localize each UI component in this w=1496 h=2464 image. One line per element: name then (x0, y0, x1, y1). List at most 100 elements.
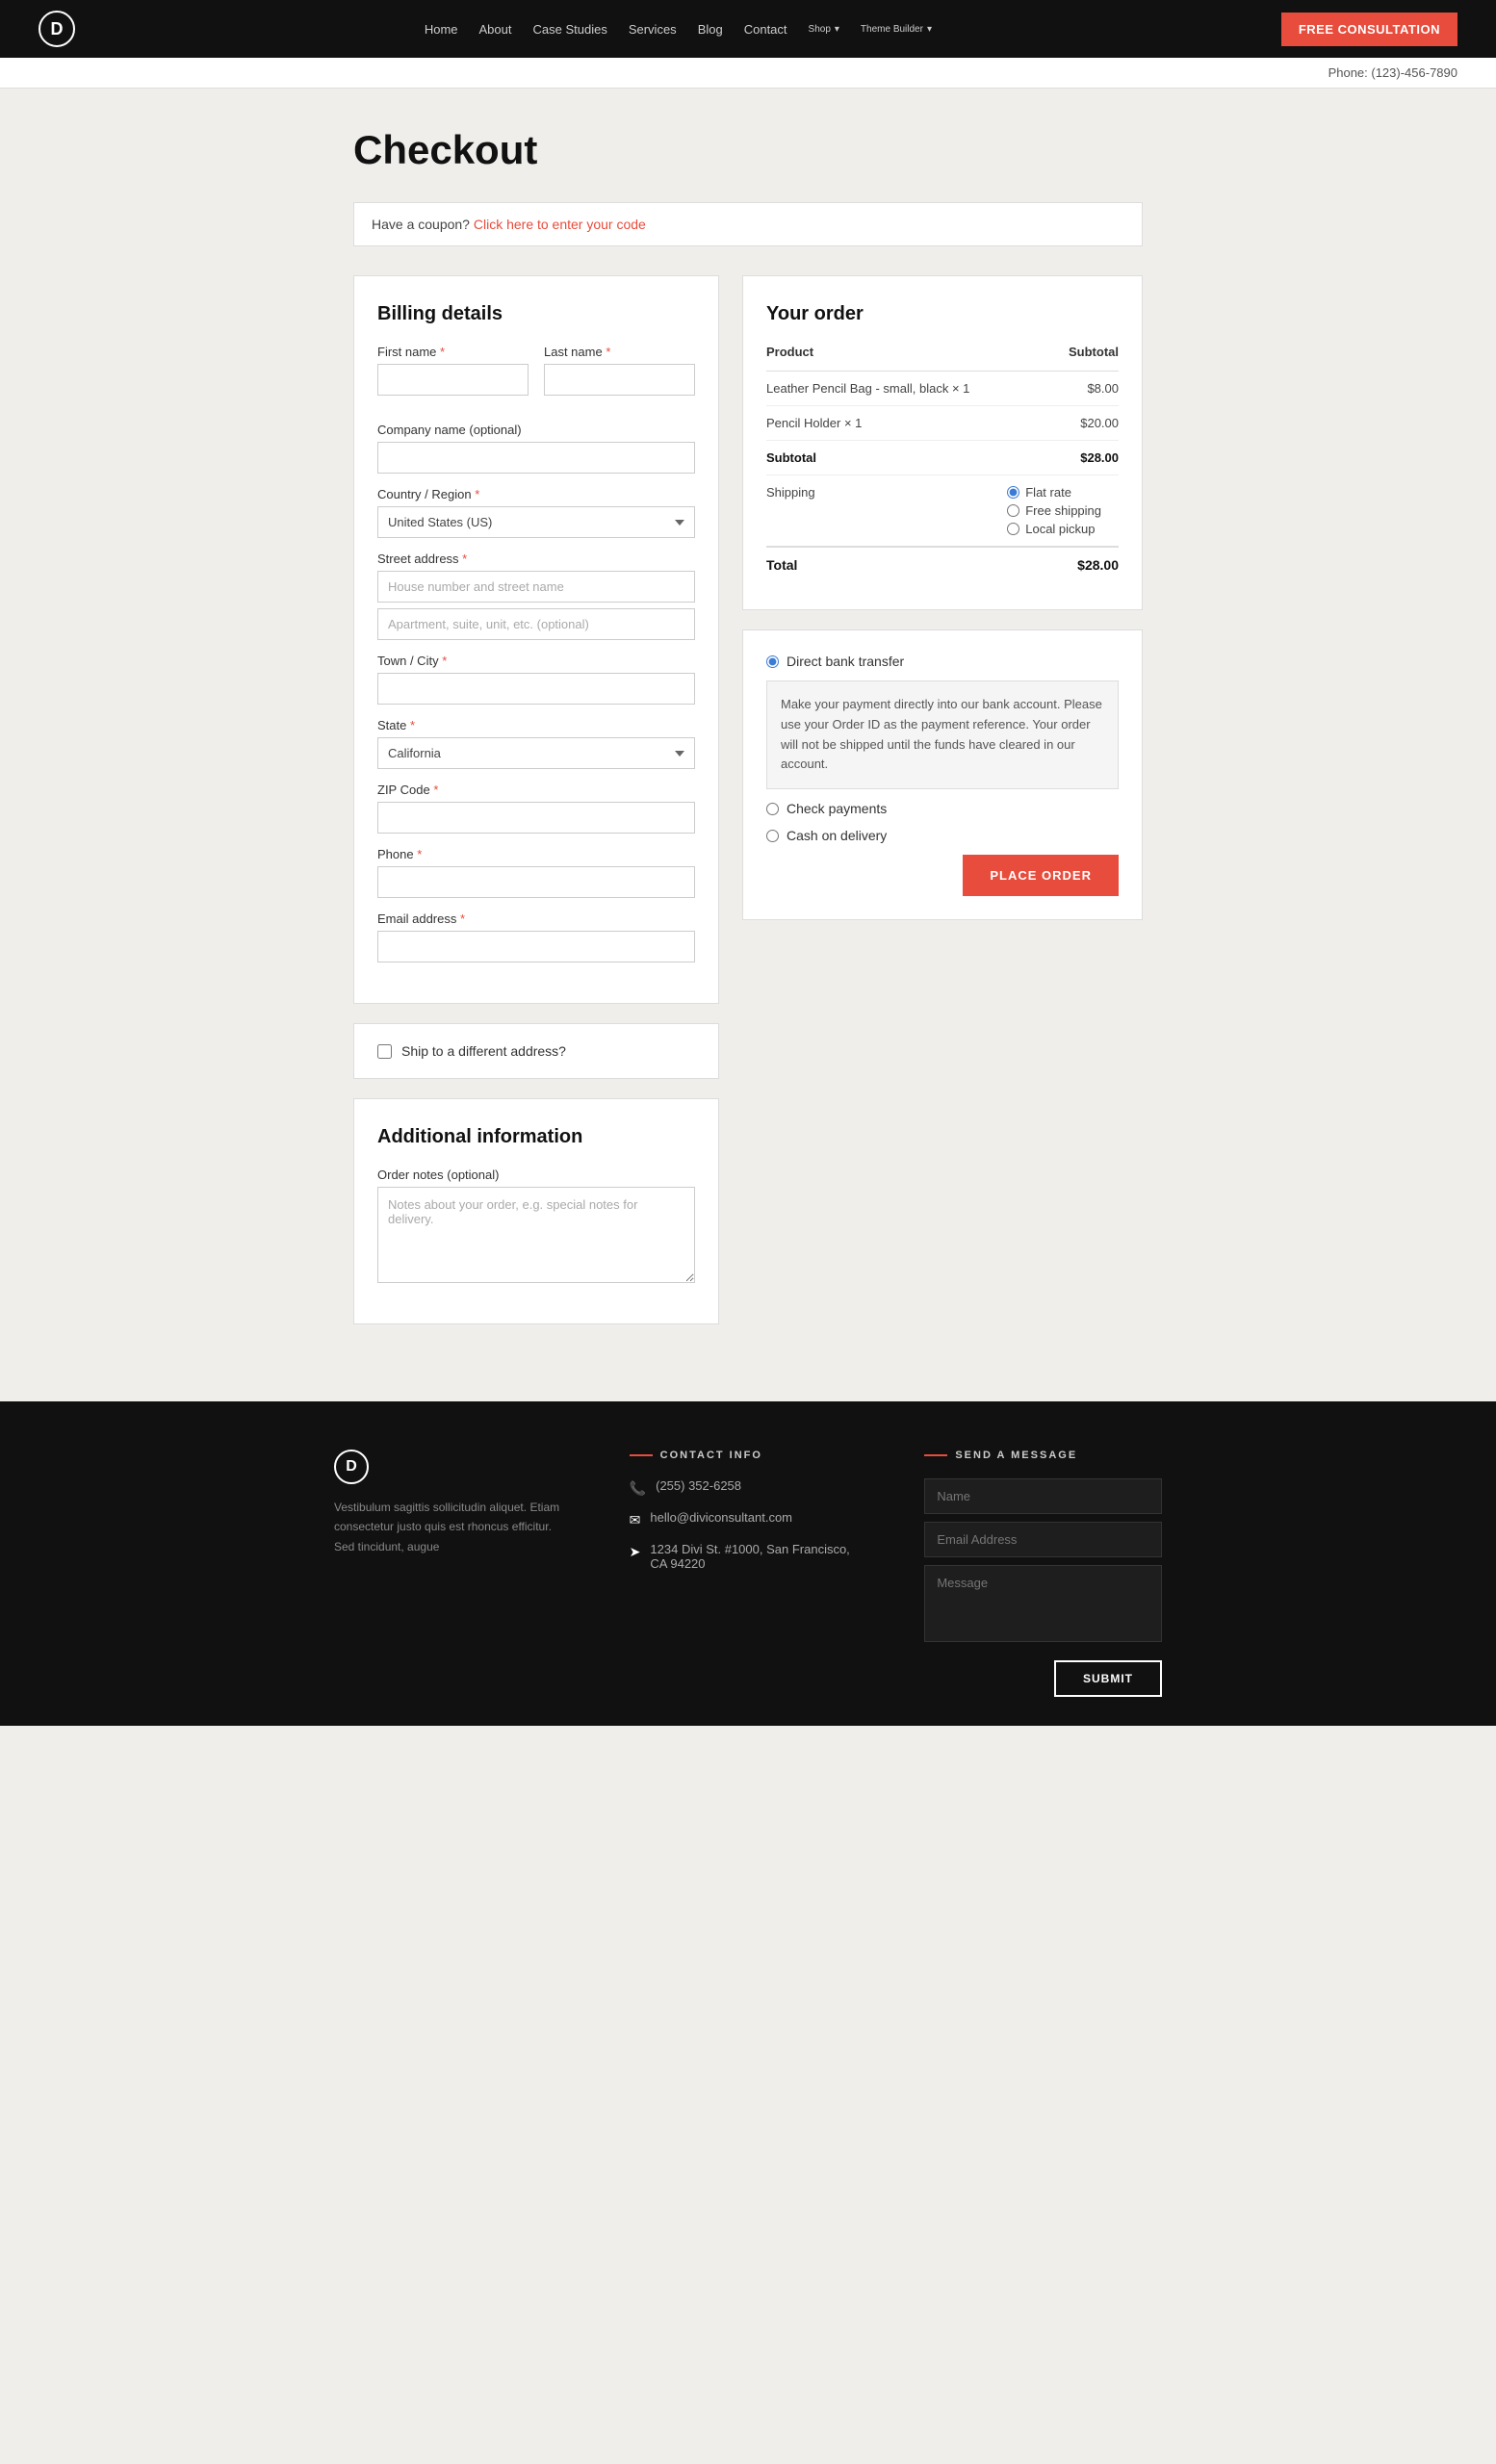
billing-title: Billing details (377, 303, 695, 325)
state-select[interactable]: California (377, 737, 695, 769)
navbar: D Home About Case Studies Services Blog … (0, 0, 1496, 58)
state-group: State * California (377, 718, 695, 769)
coupon-link[interactable]: Click here to enter your code (474, 217, 646, 232)
footer-desc: Vestibulum sagittis sollicitudin aliquet… (334, 1498, 572, 1556)
phone-input[interactable] (377, 866, 695, 898)
page-title: Checkout (353, 127, 1143, 173)
order-title: Your order (766, 303, 1119, 325)
total-row: Total $28.00 (766, 547, 1119, 582)
contact-phone: 📞 (255) 352-6258 (630, 1478, 867, 1497)
shipping-label: Shipping (766, 475, 1007, 548)
subtotal-value: $28.00 (1007, 441, 1119, 475)
item-price-1: $20.00 (1007, 406, 1119, 441)
phone-number: Phone: (123)-456-7890 (1328, 65, 1457, 80)
zip-input[interactable] (377, 802, 695, 834)
nav-blog[interactable]: Blog (698, 22, 723, 37)
order-item-1: Pencil Holder × 1 $20.00 (766, 406, 1119, 441)
nav-contact[interactable]: Contact (744, 22, 787, 37)
phone-icon: 📞 (630, 1480, 646, 1497)
company-name-group: Company name (optional) (377, 423, 695, 474)
payment-bank-transfer[interactable]: Direct bank transfer (766, 654, 1119, 669)
company-name-label: Company name (optional) (377, 423, 695, 437)
phone-group: Phone * (377, 847, 695, 898)
footer-grid: D Vestibulum sagittis sollicitudin aliqu… (334, 1450, 1162, 1697)
footer-submit-container: SUBMIT (924, 1655, 1162, 1697)
billing-section: Billing details First name * Last name * (353, 275, 719, 1004)
subtotal-label: Subtotal (766, 441, 1007, 475)
col-product: Product (766, 345, 1007, 372)
last-name-group: Last name * (544, 345, 695, 396)
phone-label: Phone * (377, 847, 695, 861)
col-subtotal: Subtotal (1007, 345, 1119, 372)
footer: D Vestibulum sagittis sollicitudin aliqu… (0, 1401, 1496, 1726)
town-input[interactable] (377, 673, 695, 705)
company-name-input[interactable] (377, 442, 695, 474)
country-select[interactable]: United States (US) (377, 506, 695, 538)
location-icon: ➤ (630, 1544, 641, 1560)
order-column: Your order Product Subtotal Leather Penc… (742, 275, 1143, 939)
item-name-0: Leather Pencil Bag - small, black × 1 (766, 372, 1007, 406)
nav-theme-builder-dropdown[interactable]: Theme Builder▾ (861, 24, 932, 35)
apt-input[interactable] (377, 608, 695, 640)
ship-different-checkbox[interactable] (377, 1044, 392, 1059)
subtotal-row: Subtotal $28.00 (766, 441, 1119, 475)
coupon-bar: Have a coupon? Click here to enter your … (353, 202, 1143, 246)
footer-logo: D (334, 1450, 369, 1484)
footer-email-input[interactable] (924, 1522, 1162, 1557)
footer-submit-button[interactable]: SUBMIT (1054, 1660, 1162, 1697)
street-input[interactable] (377, 571, 695, 603)
town-group: Town / City * (377, 654, 695, 705)
first-name-group: First name * (377, 345, 529, 396)
order-section: Your order Product Subtotal Leather Penc… (742, 275, 1143, 610)
payment-cash[interactable]: Cash on delivery (766, 828, 1119, 843)
total-label: Total (766, 547, 1007, 582)
payment-section: Direct bank transfer Make your payment d… (742, 629, 1143, 920)
shipping-free[interactable]: Free shipping (1007, 503, 1119, 518)
first-name-input[interactable] (377, 364, 529, 396)
footer-contact-col: CONTACT INFO 📞 (255) 352-6258 ✉ hello@di… (630, 1450, 867, 1697)
place-order-button[interactable]: PLACE ORDER (963, 855, 1119, 896)
shipping-row: Shipping Flat rate Free shipp (766, 475, 1119, 548)
shipping-local-pickup[interactable]: Local pickup (1007, 522, 1119, 536)
last-name-input[interactable] (544, 364, 695, 396)
nav-shop-dropdown[interactable]: Shop▾ (809, 24, 839, 35)
email-label: Email address * (377, 911, 695, 926)
payment-check[interactable]: Check payments (766, 801, 1119, 816)
coupon-text: Have a coupon? (372, 217, 470, 232)
nav-about[interactable]: About (479, 22, 512, 37)
street-group: Street address * (377, 552, 695, 640)
last-name-label: Last name * (544, 345, 695, 359)
footer-message-input[interactable] (924, 1565, 1162, 1642)
nav-links: Home About Case Studies Services Blog Co… (425, 22, 932, 37)
footer-message-col: SEND A MESSAGE SUBMIT (924, 1450, 1162, 1697)
email-input[interactable] (377, 931, 695, 962)
zip-group: ZIP Code * (377, 783, 695, 834)
additional-section: Additional information Order notes (opti… (353, 1098, 719, 1324)
footer-contact-title: CONTACT INFO (630, 1450, 867, 1461)
email-group: Email address * (377, 911, 695, 962)
order-notes-label: Order notes (optional) (377, 1168, 695, 1182)
page-content: Checkout Have a coupon? Click here to en… (334, 89, 1162, 1401)
name-row: First name * Last name * (377, 345, 695, 409)
shipping-flat-rate[interactable]: Flat rate (1007, 485, 1119, 500)
phone-bar: Phone: (123)-456-7890 (0, 58, 1496, 89)
item-name-1: Pencil Holder × 1 (766, 406, 1007, 441)
nav-logo: D (39, 11, 75, 47)
state-label: State * (377, 718, 695, 732)
street-label: Street address * (377, 552, 695, 566)
nav-services[interactable]: Services (629, 22, 677, 37)
nav-home[interactable]: Home (425, 22, 458, 37)
footer-brand-col: D Vestibulum sagittis sollicitudin aliqu… (334, 1450, 572, 1697)
ship-different-section: Ship to a different address? (353, 1023, 719, 1079)
billing-column: Billing details First name * Last name * (353, 275, 719, 1344)
shipping-options: Flat rate Free shipping Local pickup (1007, 475, 1119, 548)
order-notes-input[interactable] (377, 1187, 695, 1283)
order-notes-group: Order notes (optional) (377, 1168, 695, 1283)
consultation-button[interactable]: FREE CONSULTATION (1281, 13, 1457, 46)
nav-case-studies[interactable]: Case Studies (533, 22, 607, 37)
additional-title: Additional information (377, 1126, 695, 1148)
order-item-0: Leather Pencil Bag - small, black × 1 $8… (766, 372, 1119, 406)
footer-name-input[interactable] (924, 1478, 1162, 1514)
ship-different-label: Ship to a different address? (401, 1043, 566, 1059)
country-label: Country / Region * (377, 487, 695, 501)
